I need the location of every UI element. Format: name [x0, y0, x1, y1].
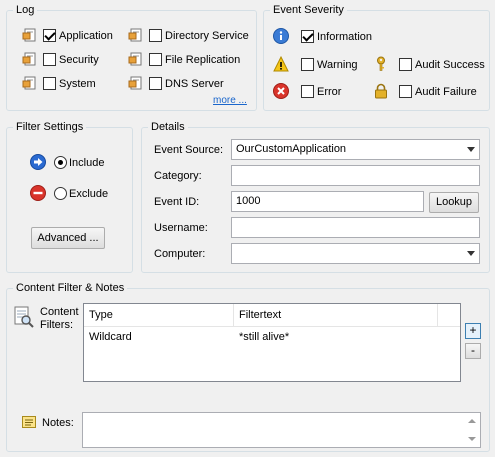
system-checkbox[interactable] [43, 77, 56, 90]
scroll-down-icon[interactable] [468, 437, 476, 441]
error-icon [273, 83, 289, 99]
event-source-label: Event Source: [154, 144, 224, 156]
scroll-up-icon[interactable] [468, 419, 476, 423]
column-header-filler [438, 304, 460, 327]
error-checkbox[interactable] [301, 85, 314, 98]
log-icon [128, 76, 142, 90]
chevron-down-icon [467, 147, 475, 152]
file-replication-checkbox[interactable] [149, 53, 162, 66]
content-filters-table[interactable]: Type Filtertext Wildcard *still alive* [83, 303, 461, 382]
content-filters-label-line1: Content [40, 306, 79, 318]
content-filter-title: Content Filter & Notes [13, 281, 128, 295]
include-arrow-icon [30, 154, 46, 170]
event-source-value: OurCustomApplication [236, 143, 347, 155]
log-icon [22, 76, 36, 90]
include-label: Include [69, 157, 105, 169]
more-logs-link[interactable]: more ... [213, 94, 247, 108]
notes-icon [22, 416, 36, 428]
system-label: System [59, 78, 96, 90]
advanced-button[interactable]: Advanced ... [31, 227, 105, 249]
username-label: Username: [154, 222, 208, 234]
event-id-field[interactable]: 1000 [231, 191, 424, 212]
chevron-down-icon [467, 251, 475, 256]
information-label: Information [317, 31, 373, 43]
security-checkbox[interactable] [43, 53, 56, 66]
include-radio[interactable] [54, 156, 67, 169]
key-icon [377, 56, 385, 71]
exclude-radio[interactable] [54, 187, 67, 200]
audit-success-checkbox[interactable] [399, 58, 412, 71]
application-label: Application [59, 30, 113, 42]
audit-failure-checkbox[interactable] [399, 85, 412, 98]
category-field[interactable] [231, 165, 480, 186]
application-checkbox[interactable] [43, 29, 56, 42]
security-label: Security [59, 54, 99, 66]
table-cell-type: Wildcard [89, 331, 132, 343]
exclude-label: Exclude [69, 188, 109, 200]
log-icon [128, 28, 142, 42]
dns-server-label: DNS Server [165, 78, 224, 90]
remove-filter-button[interactable]: - [465, 343, 481, 359]
event-severity-title: Event Severity [270, 3, 347, 17]
directory-service-label: Directory Service [165, 30, 249, 42]
event-id-label: Event ID: [154, 196, 200, 208]
notes-label: Notes: [42, 417, 74, 429]
content-filter-icon [14, 306, 34, 328]
error-label: Error [317, 86, 342, 98]
audit-success-label: Audit Success [415, 59, 485, 71]
audit-failure-label: Audit Failure [415, 86, 477, 98]
table-row[interactable]: Wildcard *still alive* [84, 328, 460, 346]
content-filters-label-line2: Filters: [40, 319, 73, 331]
log-icon [128, 52, 142, 66]
information-checkbox[interactable] [301, 30, 314, 43]
exclude-minus-icon [30, 185, 46, 201]
log-icon [22, 52, 36, 66]
computer-label: Computer: [154, 248, 206, 260]
lookup-button[interactable]: Lookup [429, 192, 479, 213]
table-cell-filtertext: *still alive* [239, 331, 290, 343]
dns-server-checkbox[interactable] [149, 77, 162, 90]
notes-field[interactable] [82, 412, 481, 448]
directory-service-checkbox[interactable] [149, 29, 162, 42]
filter-settings-title: Filter Settings [13, 120, 87, 134]
log-icon [22, 28, 36, 42]
category-label: Category: [154, 170, 202, 182]
column-header-type[interactable]: Type [84, 304, 234, 327]
warning-icon [273, 56, 289, 72]
lock-icon [375, 83, 387, 99]
warning-checkbox[interactable] [301, 58, 314, 71]
information-icon [273, 28, 289, 44]
details-title: Details [148, 120, 188, 134]
add-filter-button[interactable]: + [465, 323, 481, 339]
event-source-combo[interactable]: OurCustomApplication [231, 139, 480, 160]
computer-combo[interactable] [231, 243, 480, 264]
log-group-title: Log [13, 3, 38, 17]
column-header-filtertext[interactable]: Filtertext [234, 304, 438, 327]
warning-label: Warning [317, 59, 358, 71]
file-replication-label: File Replication [165, 54, 241, 66]
username-field[interactable] [231, 217, 480, 238]
